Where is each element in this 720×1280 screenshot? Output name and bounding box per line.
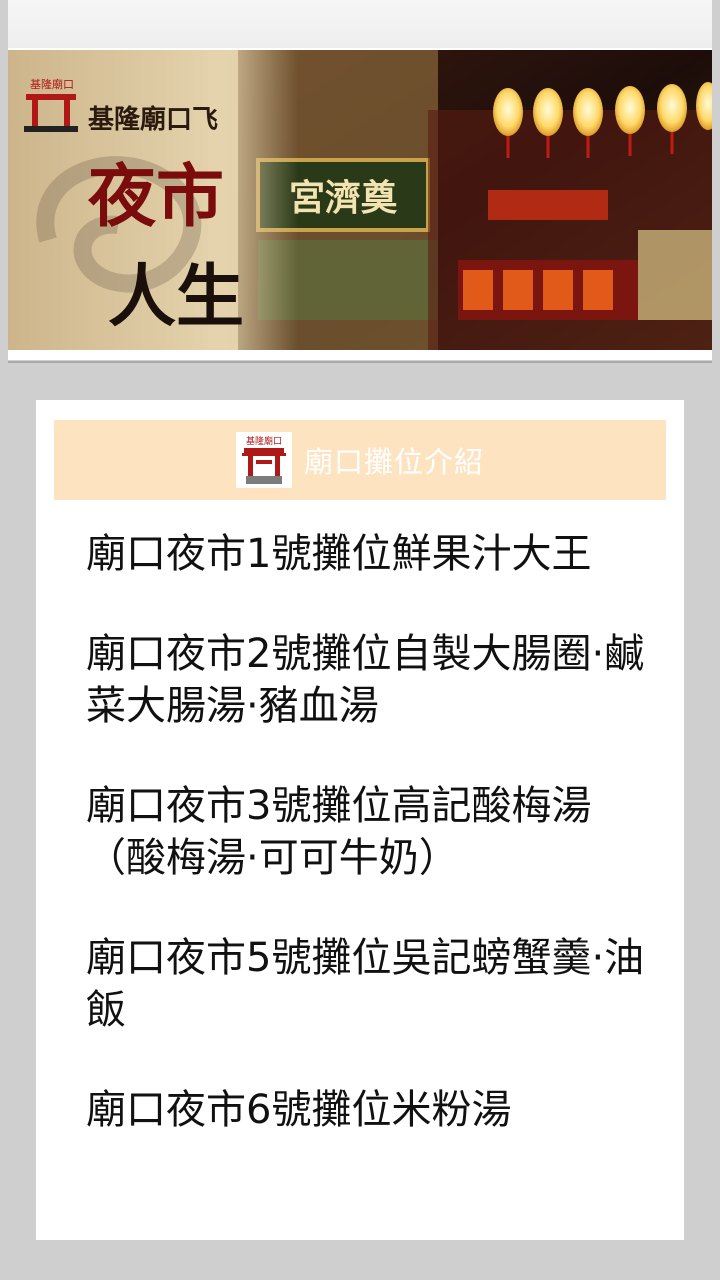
app-screen: 宮濟奠 基隆廟口 基隆廟口飞 夜市 人生 基隆廟口 廟口攤位介紹 廟口夜市1號攤… [0,0,720,1280]
banner-image: 宮濟奠 基隆廟口 基隆廟口飞 夜市 人生 [8,50,712,350]
banner-logo-text: 基隆廟口 [30,77,74,91]
list-item[interactable]: 廟口夜市2號攤位自製大腸圈·鹹菜大腸湯·豬血湯 [86,628,646,732]
banner-slogan-line1: 夜市 [87,157,224,237]
card-header-title: 廟口攤位介紹 [303,445,484,479]
banner-divider [8,361,712,363]
temple-sign-text: 宮濟奠 [289,177,398,219]
stall-list: 廟口夜市1號攤位鮮果汁大王 廟口夜市2號攤位自製大腸圈·鹹菜大腸湯·豬血湯 廟口… [86,528,646,1184]
card-header: 基隆廟口 廟口攤位介紹 [54,420,666,500]
banner-graphic: 宮濟奠 基隆廟口 基隆廟口飞 夜市 人生 [8,50,712,350]
list-item[interactable]: 廟口夜市6號攤位米粉湯 [86,1084,646,1136]
list-item[interactable]: 廟口夜市3號攤位高記酸梅湯（酸梅湯·可可牛奶） [86,780,646,884]
list-item[interactable]: 廟口夜市5號攤位吳記螃蟹羹·油飯 [86,932,646,1036]
banner-slogan-line2: 人生 [108,257,244,337]
list-item[interactable]: 廟口夜市1號攤位鮮果汁大王 [86,528,646,580]
temple-logo-icon: 基隆廟口 [235,432,292,488]
header-logo-text: 基隆廟口 [246,435,282,447]
stall-intro-card: 基隆廟口 廟口攤位介紹 廟口夜市1號攤位鮮果汁大王 廟口夜市2號攤位自製大腸圈·… [36,400,684,1240]
top-bar-strip [8,0,712,48]
banner-brand-text: 基隆廟口飞 [88,104,218,135]
